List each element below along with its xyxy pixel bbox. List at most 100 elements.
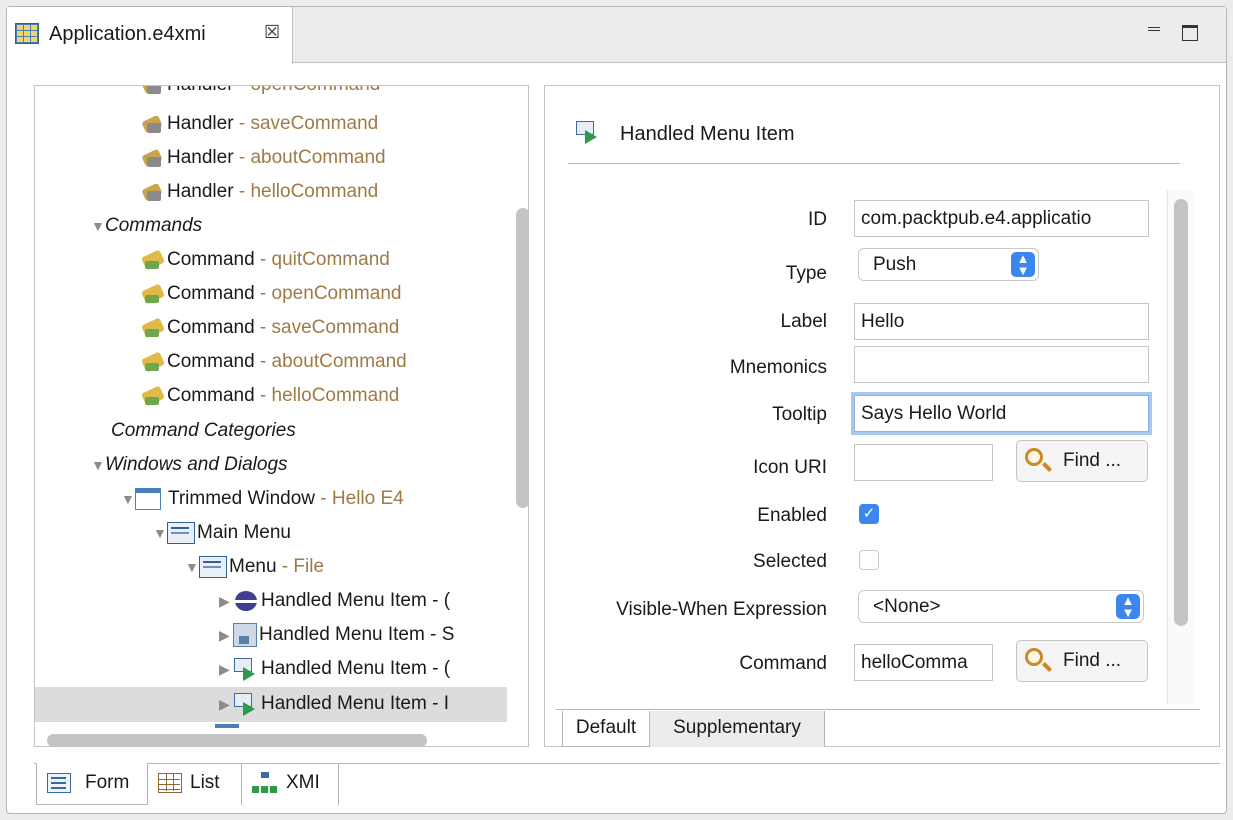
type-label: Type: [785, 263, 827, 284]
chevron-up-down-icon: ▲ ▼: [1116, 594, 1140, 619]
details-title: Handled Menu Item: [620, 123, 795, 145]
visible-when-label: Visible-When Expression: [616, 599, 827, 620]
tree-row-handler[interactable]: Handler - saveCommand: [141, 107, 378, 141]
expanded-triangle-icon[interactable]: ▼: [121, 482, 135, 516]
selected-label: Selected: [753, 551, 827, 572]
tree-row-handler[interactable]: Handler - helloCommand: [141, 175, 378, 209]
handled-menu-item-icon: [233, 692, 259, 716]
magnifier-icon: [1025, 648, 1043, 666]
editor-window: Application.e4xmi ☒ Handler - openComman…: [6, 6, 1227, 814]
id-field[interactable]: com.packtpub.e4.applicatio: [854, 200, 1149, 237]
find-button-label: Find ...: [1063, 650, 1122, 671]
tree-node-command-categories[interactable]: Command Categories: [111, 414, 296, 448]
icon-uri-field[interactable]: [854, 444, 993, 481]
save-icon: [233, 623, 257, 647]
tab-default[interactable]: Default: [562, 711, 650, 747]
handler-icon: [141, 148, 165, 168]
enabled-checkbox[interactable]: ✓: [859, 504, 879, 524]
mnemonics-field[interactable]: [854, 346, 1149, 383]
icon-uri-label: Icon URI: [753, 457, 827, 478]
expanded-triangle-icon[interactable]: ▼: [91, 448, 105, 482]
tree-row-command[interactable]: Command - openCommand: [141, 277, 401, 311]
window-icon: [135, 488, 161, 510]
menu-icon: [167, 522, 195, 544]
id-label: ID: [808, 209, 827, 230]
minimize-icon[interactable]: [1148, 27, 1160, 31]
hierarchy-icon: [252, 772, 278, 794]
tree-node-menu-file[interactable]: ▼ Menu - File: [185, 550, 324, 584]
close-icon[interactable]: ☒: [264, 22, 280, 43]
form-vertical-scrollbar[interactable]: [1174, 199, 1188, 626]
handled-menu-item-icon: [575, 120, 601, 144]
chevron-up-down-icon: ▲ ▼: [1011, 252, 1035, 277]
command-label: Command: [739, 653, 827, 674]
editor-tab-application-e4xmi[interactable]: Application.e4xmi ☒: [7, 7, 293, 64]
visible-when-select-value: <None>: [873, 596, 941, 617]
tree-row-handled-menu-item-selected[interactable]: ▶ Handled Menu Item - I: [219, 687, 449, 721]
tree-row-handler[interactable]: Handler - aboutCommand: [141, 141, 386, 175]
editor-tab-title: Application.e4xmi: [49, 23, 206, 45]
find-button-label: Find ...: [1063, 450, 1122, 471]
menu-icon: [199, 556, 227, 578]
tab-form[interactable]: Form: [36, 763, 148, 805]
tab-form-label: Form: [85, 772, 130, 793]
editor-tab-bar: Application.e4xmi ☒: [7, 7, 1226, 64]
visible-when-select[interactable]: <None> ▲ ▼: [858, 590, 1144, 623]
form-icon: [47, 773, 71, 793]
type-select-value: Push: [873, 254, 917, 275]
tooltip-label: Tooltip: [772, 404, 827, 425]
mnemonics-label: Mnemonics: [729, 357, 827, 378]
tree-horizontal-scrollbar[interactable]: [47, 734, 427, 746]
magnifier-icon: [1025, 448, 1043, 466]
tree-row-handled-menu-item[interactable]: ▶ Handled Menu Item - (: [219, 652, 450, 686]
icon-uri-find-button[interactable]: Find ...: [1016, 440, 1148, 482]
tree-row-handler-clipped[interactable]: Handler - openCommand: [141, 86, 380, 102]
selected-checkbox[interactable]: [859, 550, 879, 570]
label-field[interactable]: Hello: [854, 303, 1149, 340]
handled-menu-item-icon: [233, 657, 259, 681]
tree-row-command[interactable]: Command - quitCommand: [141, 243, 390, 277]
collapsed-triangle-icon[interactable]: ▶: [219, 652, 233, 686]
tree-row-command[interactable]: Command - aboutCommand: [141, 345, 407, 379]
command-find-button[interactable]: Find ...: [1016, 640, 1148, 682]
tree-row-command[interactable]: Command - saveCommand: [141, 311, 399, 345]
tab-xmi[interactable]: XMI: [242, 763, 339, 805]
tab-list[interactable]: List: [148, 763, 242, 805]
expanded-triangle-icon[interactable]: ▼: [91, 209, 105, 243]
inner-tab-divider: [556, 709, 1200, 710]
tab-xmi-label: XMI: [286, 772, 320, 793]
command-field[interactable]: helloComma: [854, 644, 993, 681]
tree-row-handled-menu-item[interactable]: ▶ Handled Menu Item - S: [219, 618, 454, 652]
expanded-triangle-icon[interactable]: ▼: [153, 516, 167, 550]
handler-icon: [141, 182, 165, 202]
type-select[interactable]: Push ▲ ▼: [858, 248, 1039, 281]
label-label: Label: [780, 311, 828, 332]
tree-node-windows-and-dialogs[interactable]: ▼Windows and Dialogs: [91, 448, 288, 482]
title-divider: [568, 163, 1180, 164]
e4xmi-file-icon: [15, 23, 39, 44]
collapsed-triangle-icon[interactable]: ▶: [219, 687, 233, 721]
tree-node-commands[interactable]: ▼Commands: [91, 209, 202, 243]
expanded-triangle-icon[interactable]: ▼: [185, 550, 199, 584]
command-icon: [141, 352, 165, 372]
tab-list-label: List: [190, 772, 220, 793]
command-icon: [141, 250, 165, 270]
collapsed-triangle-icon[interactable]: ▶: [219, 618, 233, 652]
tree-row-handled-menu-item[interactable]: ▶ Handled Menu Item - (: [219, 584, 450, 618]
tree-node-main-menu[interactable]: ▼ Main Menu: [153, 516, 291, 550]
tooltip-field[interactable]: Says Hello World: [854, 395, 1149, 432]
globe-icon: [233, 590, 259, 612]
maximize-icon[interactable]: [1182, 25, 1198, 41]
tab-supplementary[interactable]: Supplementary: [650, 711, 825, 747]
collapsed-triangle-icon[interactable]: ▶: [219, 584, 233, 618]
command-icon: [141, 284, 165, 304]
model-tree-panel[interactable]: Handler - openCommand Handler - saveComm…: [34, 85, 529, 747]
tree-row-command[interactable]: Command - helloCommand: [141, 379, 399, 413]
command-icon: [141, 318, 165, 338]
command-icon: [141, 386, 165, 406]
handler-icon: [141, 86, 165, 95]
enabled-label: Enabled: [757, 505, 827, 526]
clipped-row-icon: [215, 724, 239, 728]
tree-node-trimmed-window[interactable]: ▼ Trimmed Window - Hello E4: [121, 482, 404, 516]
table-icon: [158, 773, 182, 793]
